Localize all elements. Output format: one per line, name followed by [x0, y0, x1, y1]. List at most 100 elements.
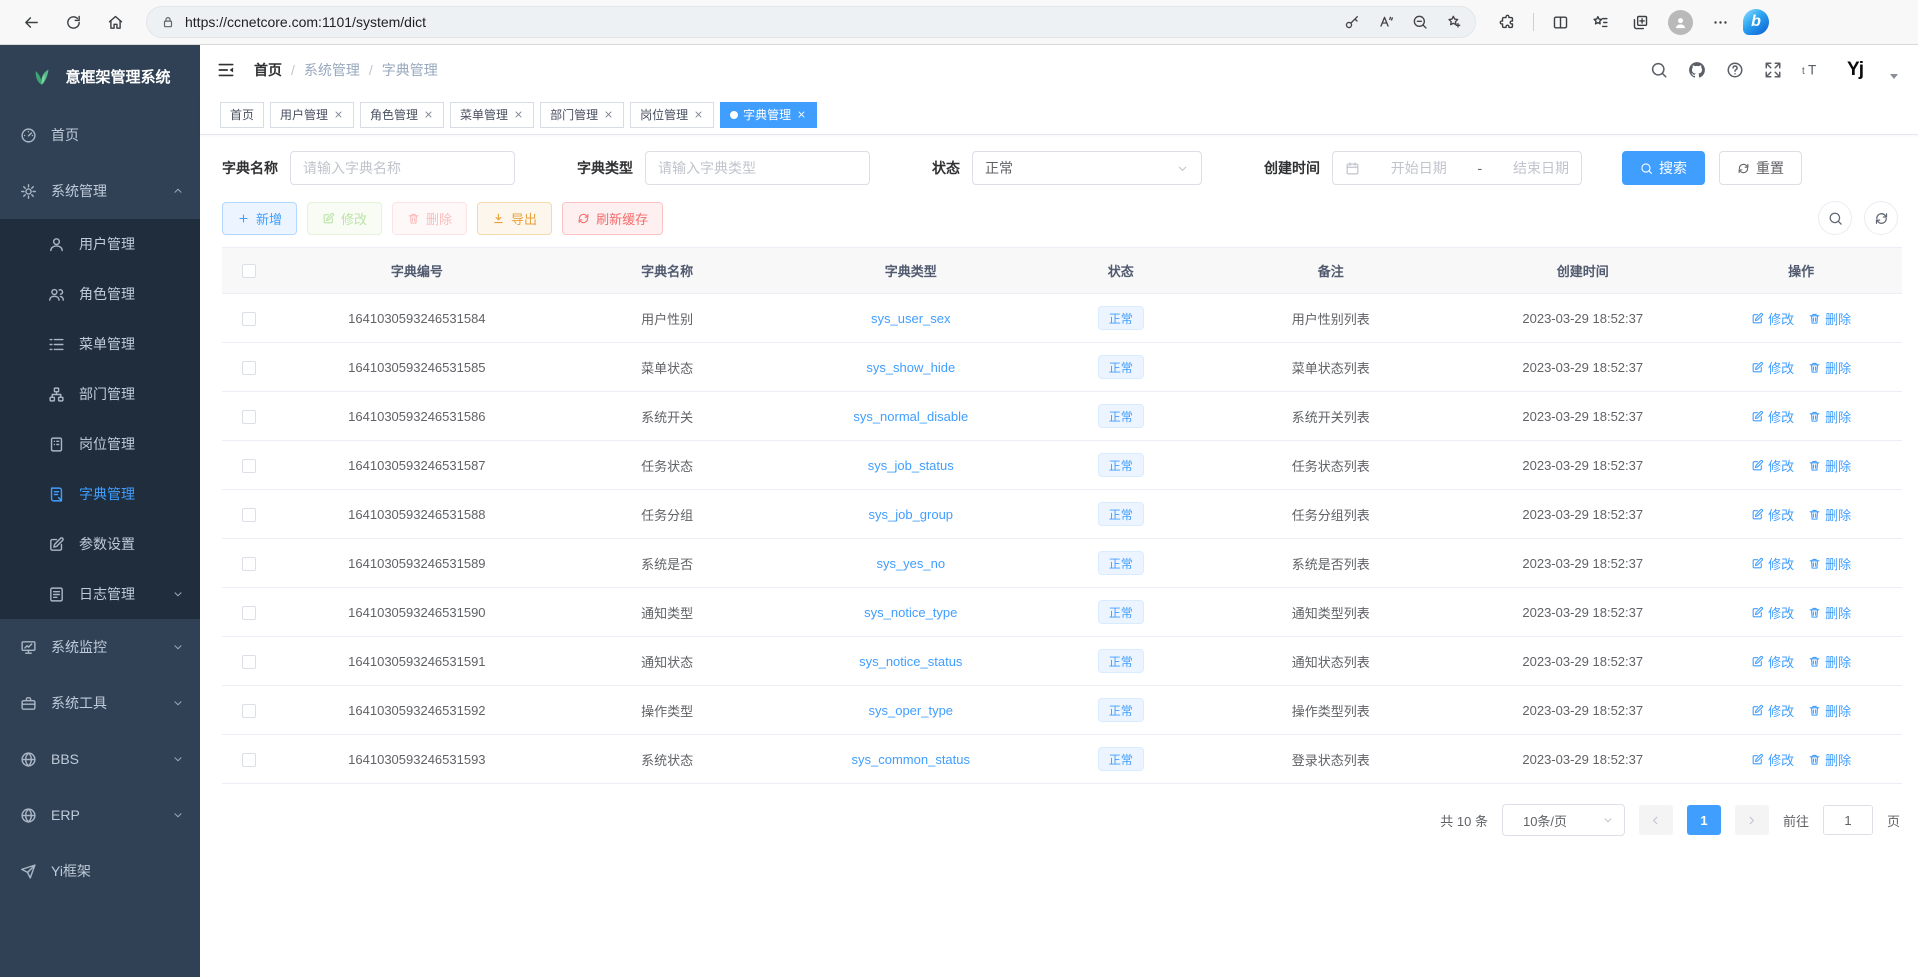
- row-delete-button[interactable]: 删除: [1808, 407, 1851, 426]
- back-icon[interactable]: [14, 5, 48, 39]
- row-checkbox[interactable]: [242, 508, 256, 522]
- sidebar-item-dept-admin[interactable]: 部门管理: [0, 369, 200, 419]
- dict-type-link[interactable]: sys_show_hide: [866, 360, 955, 375]
- row-delete-button[interactable]: 删除: [1808, 603, 1851, 622]
- more-menu-icon[interactable]: [1703, 5, 1737, 39]
- tab-dept-admin[interactable]: 部门管理: [540, 102, 624, 128]
- dict-name-input[interactable]: 请输入字典名称: [290, 151, 515, 185]
- row-edit-button[interactable]: 修改: [1751, 603, 1794, 622]
- search-circle-button[interactable]: [1818, 201, 1852, 235]
- next-page-button[interactable]: [1735, 805, 1769, 835]
- fullscreen-icon[interactable]: [1764, 61, 1782, 79]
- row-edit-button[interactable]: 修改: [1751, 309, 1794, 328]
- row-delete-button[interactable]: 删除: [1808, 750, 1851, 769]
- row-edit-button[interactable]: 修改: [1751, 750, 1794, 769]
- dict-type-link[interactable]: sys_notice_status: [859, 654, 962, 669]
- row-checkbox[interactable]: [242, 557, 256, 571]
- modify-button[interactable]: 修改: [307, 202, 382, 235]
- prev-page-button[interactable]: [1639, 805, 1673, 835]
- row-checkbox[interactable]: [242, 704, 256, 718]
- row-edit-button[interactable]: 修改: [1751, 701, 1794, 720]
- current-page-button[interactable]: 1: [1687, 805, 1721, 835]
- row-edit-button[interactable]: 修改: [1751, 554, 1794, 573]
- row-checkbox[interactable]: [242, 606, 256, 620]
- dict-type-link[interactable]: sys_common_status: [852, 752, 971, 767]
- dict-type-input[interactable]: 请输入字典类型: [645, 151, 870, 185]
- read-aloud-icon[interactable]: [1371, 7, 1401, 37]
- collections-icon[interactable]: [1623, 5, 1657, 39]
- breadcrumb-home[interactable]: 首页: [254, 60, 282, 80]
- zoom-out-icon[interactable]: [1405, 7, 1435, 37]
- export-button[interactable]: 导出: [477, 202, 552, 235]
- row-delete-button[interactable]: 删除: [1808, 652, 1851, 671]
- refresh-cache-button[interactable]: 刷新缓存: [562, 202, 663, 235]
- row-edit-button[interactable]: 修改: [1751, 407, 1794, 426]
- date-range-picker[interactable]: 开始日期 - 结束日期: [1332, 151, 1582, 185]
- search-icon[interactable]: [1650, 61, 1668, 79]
- favorites-list-icon[interactable]: [1583, 5, 1617, 39]
- avatar-dropdown-icon[interactable]: [1890, 74, 1898, 79]
- font-size-icon[interactable]: tT: [1802, 61, 1820, 79]
- sidebar-item-log-admin[interactable]: 日志管理: [0, 569, 200, 619]
- key-icon[interactable]: [1337, 7, 1367, 37]
- dict-type-link[interactable]: sys_normal_disable: [853, 409, 968, 424]
- bing-chat-icon[interactable]: b: [1743, 9, 1769, 35]
- row-checkbox[interactable]: [242, 361, 256, 375]
- goto-page-input[interactable]: [1823, 805, 1873, 835]
- search-button[interactable]: 搜索: [1622, 151, 1705, 185]
- row-delete-button[interactable]: 删除: [1808, 456, 1851, 475]
- split-screen-icon[interactable]: [1543, 5, 1577, 39]
- sidebar-item-home[interactable]: 首页: [0, 107, 200, 163]
- close-tab-icon[interactable]: [423, 109, 434, 120]
- github-icon[interactable]: [1688, 61, 1706, 79]
- dict-type-link[interactable]: sys_user_sex: [871, 311, 950, 326]
- tab-post-admin[interactable]: 岗位管理: [630, 102, 714, 128]
- delete-button[interactable]: 删除: [392, 202, 467, 235]
- sidebar-item-role-admin[interactable]: 角色管理: [0, 269, 200, 319]
- add-button[interactable]: 新增: [222, 202, 297, 235]
- select-all-checkbox[interactable]: [242, 264, 256, 278]
- sidebar-item-yi-framework[interactable]: Yi框架: [0, 843, 200, 899]
- close-tab-icon[interactable]: [796, 109, 807, 120]
- row-edit-button[interactable]: 修改: [1751, 358, 1794, 377]
- breadcrumb-system[interactable]: 系统管理: [304, 60, 360, 80]
- sidebar-item-system-tools[interactable]: 系统工具: [0, 675, 200, 731]
- extensions-icon[interactable]: [1490, 5, 1524, 39]
- dict-type-link[interactable]: sys_job_group: [868, 507, 953, 522]
- row-edit-button[interactable]: 修改: [1751, 652, 1794, 671]
- row-delete-button[interactable]: 删除: [1808, 358, 1851, 377]
- sidebar-item-user-admin[interactable]: 用户管理: [0, 219, 200, 269]
- question-icon[interactable]: [1726, 61, 1744, 79]
- reload-icon[interactable]: [56, 5, 90, 39]
- user-avatar[interactable]: Yj: [1840, 55, 1870, 85]
- sidebar-item-param-settings[interactable]: 参数设置: [0, 519, 200, 569]
- tab-user-admin[interactable]: 用户管理: [270, 102, 354, 128]
- row-delete-button[interactable]: 删除: [1808, 505, 1851, 524]
- dict-type-link[interactable]: sys_job_status: [868, 458, 954, 473]
- status-select[interactable]: 正常: [972, 151, 1202, 185]
- refresh-circle-button[interactable]: [1864, 201, 1898, 235]
- row-checkbox[interactable]: [242, 312, 256, 326]
- dict-type-link[interactable]: sys_yes_no: [876, 556, 945, 571]
- row-delete-button[interactable]: 删除: [1808, 701, 1851, 720]
- sidebar-item-menu-admin[interactable]: 菜单管理: [0, 319, 200, 369]
- close-tab-icon[interactable]: [333, 109, 344, 120]
- row-edit-button[interactable]: 修改: [1751, 456, 1794, 475]
- sidebar-item-erp[interactable]: ERP: [0, 787, 200, 843]
- row-checkbox[interactable]: [242, 655, 256, 669]
- profile-avatar-icon[interactable]: [1663, 5, 1697, 39]
- tab-home[interactable]: 首页: [220, 102, 264, 128]
- tab-dict-admin[interactable]: 字典管理: [720, 102, 817, 128]
- address-bar[interactable]: https://ccnetcore.com:1101/system/dict: [146, 6, 1476, 38]
- close-tab-icon[interactable]: [603, 109, 614, 120]
- sidebar-item-post-admin[interactable]: 岗位管理: [0, 419, 200, 469]
- close-tab-icon[interactable]: [693, 109, 704, 120]
- row-checkbox[interactable]: [242, 410, 256, 424]
- reset-button[interactable]: 重置: [1719, 151, 1802, 185]
- favorite-add-icon[interactable]: [1439, 7, 1469, 37]
- sidebar-item-dict-admin[interactable]: 字典管理: [0, 469, 200, 519]
- sidebar-item-system-monitor[interactable]: 系统监控: [0, 619, 200, 675]
- row-edit-button[interactable]: 修改: [1751, 505, 1794, 524]
- url-text[interactable]: https://ccnetcore.com:1101/system/dict: [185, 14, 1327, 30]
- row-delete-button[interactable]: 删除: [1808, 554, 1851, 573]
